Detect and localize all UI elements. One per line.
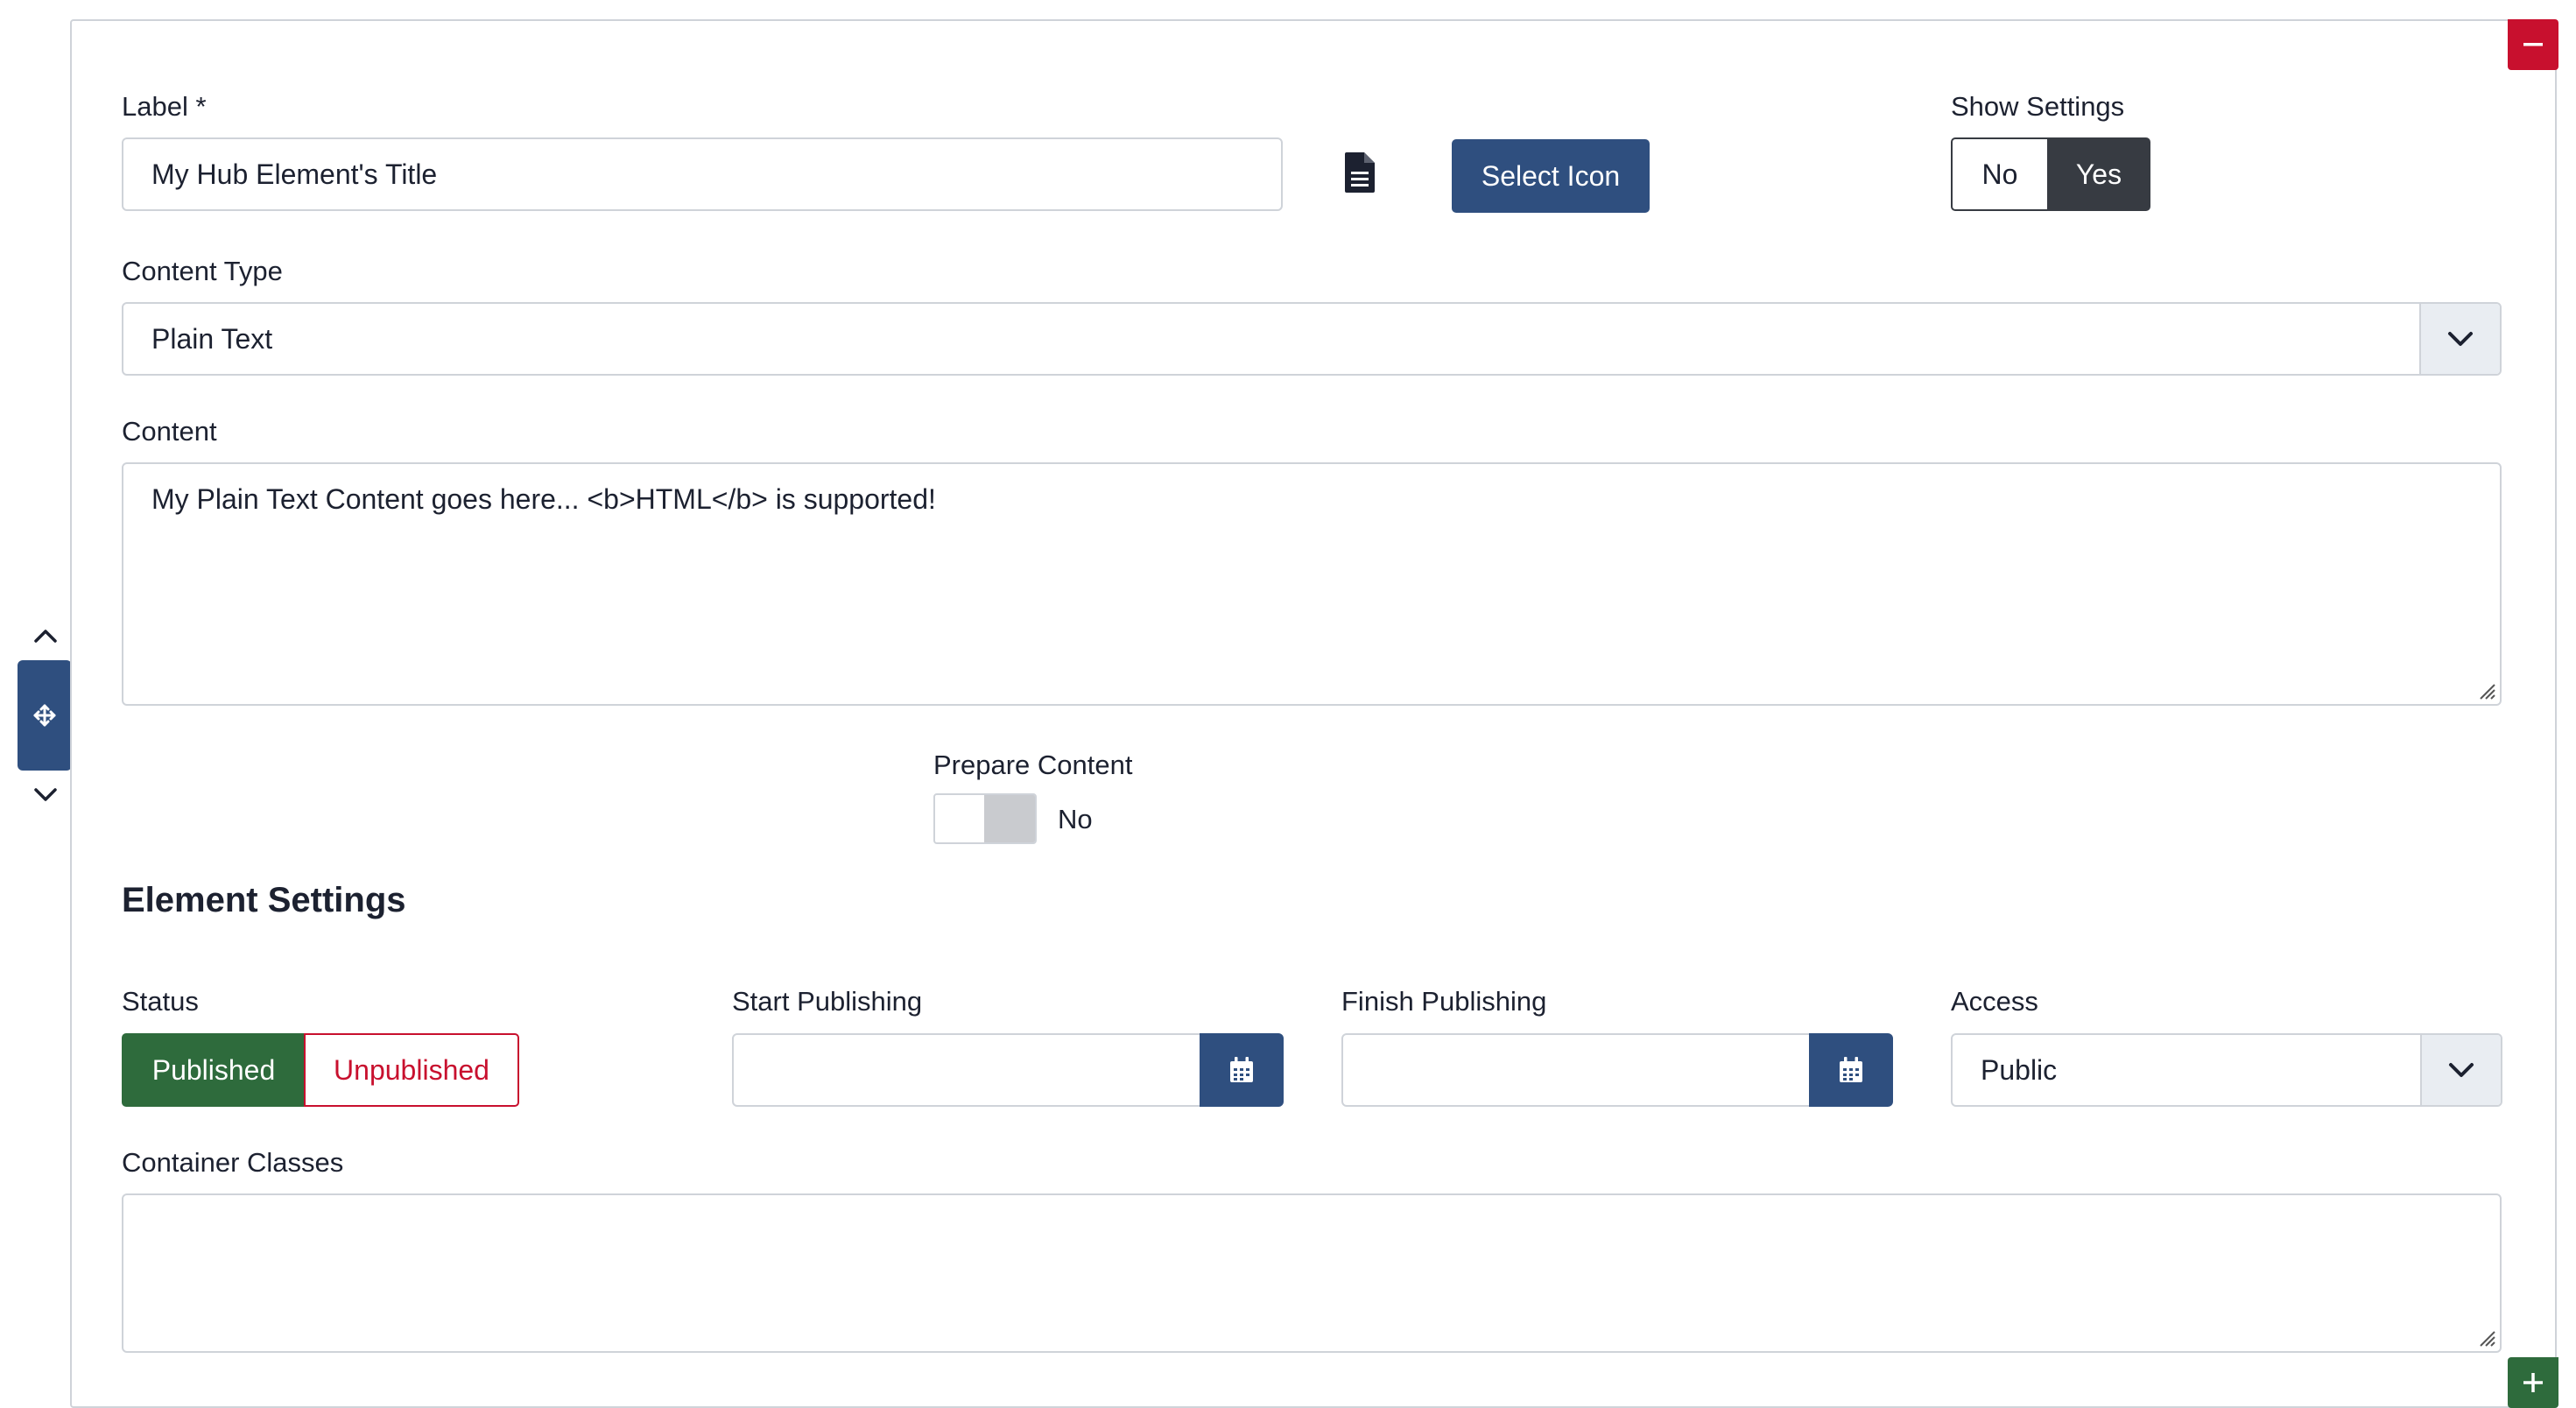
content-type-label: Content Type (122, 256, 283, 286)
show-settings-label: Show Settings (1951, 91, 2125, 122)
container-classes-label: Container Classes (122, 1147, 344, 1178)
remove-element-button[interactable] (2508, 19, 2558, 70)
prepare-content-value: No (1058, 804, 1093, 834)
icon-preview (1343, 151, 1382, 198)
label-input[interactable]: My Hub Element's Title (122, 137, 1283, 211)
container-classes-textarea[interactable] (122, 1193, 2502, 1353)
start-publishing-label: Start Publishing (732, 986, 923, 1017)
content-type-value: Plain Text (151, 322, 273, 355)
prepare-content-label: Prepare Content (933, 750, 1133, 780)
minus-icon (2523, 43, 2543, 46)
start-publishing-input[interactable] (732, 1033, 1284, 1107)
select-icon-button[interactable]: Select Icon (1452, 139, 1650, 213)
add-element-button[interactable] (2508, 1357, 2558, 1408)
resize-grip-icon (2480, 1331, 2495, 1347)
drag-handle[interactable] (18, 660, 72, 771)
resize-grip-icon (2480, 684, 2495, 700)
plus-icon (2523, 1373, 2543, 1392)
status-published-button[interactable]: Published (122, 1033, 306, 1107)
chevron-up-icon (34, 630, 57, 643)
content-label: Content (122, 416, 217, 447)
chevron-down-icon (2449, 1063, 2474, 1077)
move-down-button[interactable] (30, 779, 61, 811)
content-text: My Plain Text Content goes here... <b>HT… (151, 483, 936, 515)
calendar-icon (1230, 1057, 1253, 1082)
access-arrow (2420, 1035, 2501, 1105)
start-publishing-calendar-button[interactable] (1200, 1033, 1284, 1107)
content-type-select[interactable]: Plain Text (122, 302, 2502, 376)
show-settings-yes-button[interactable]: Yes (2047, 137, 2150, 211)
content-type-arrow (2419, 304, 2500, 374)
access-value: Public (1981, 1053, 2058, 1086)
move-up-button[interactable] (30, 620, 61, 651)
access-label: Access (1951, 986, 2038, 1017)
label-field-label: Label * (122, 91, 207, 122)
finish-publishing-label: Finish Publishing (1341, 986, 1547, 1017)
finish-publishing-calendar-button[interactable] (1809, 1033, 1893, 1107)
show-settings-no-button[interactable]: No (1951, 137, 2049, 211)
switch-knob (984, 795, 1035, 842)
content-textarea[interactable]: My Plain Text Content goes here... <b>HT… (122, 462, 2502, 706)
finish-publishing-input[interactable] (1341, 1033, 1893, 1107)
prepare-content-switch[interactable] (933, 793, 1037, 844)
file-text-icon (1345, 152, 1375, 193)
status-unpublished-button[interactable]: Unpublished (304, 1033, 519, 1107)
chevron-down-icon (2448, 332, 2473, 346)
access-select[interactable]: Public (1951, 1033, 2502, 1107)
move-icon (33, 704, 56, 727)
element-settings-title: Element Settings (122, 881, 406, 919)
calendar-icon (1840, 1057, 1862, 1082)
status-label: Status (122, 986, 199, 1017)
chevron-down-icon (34, 788, 57, 801)
